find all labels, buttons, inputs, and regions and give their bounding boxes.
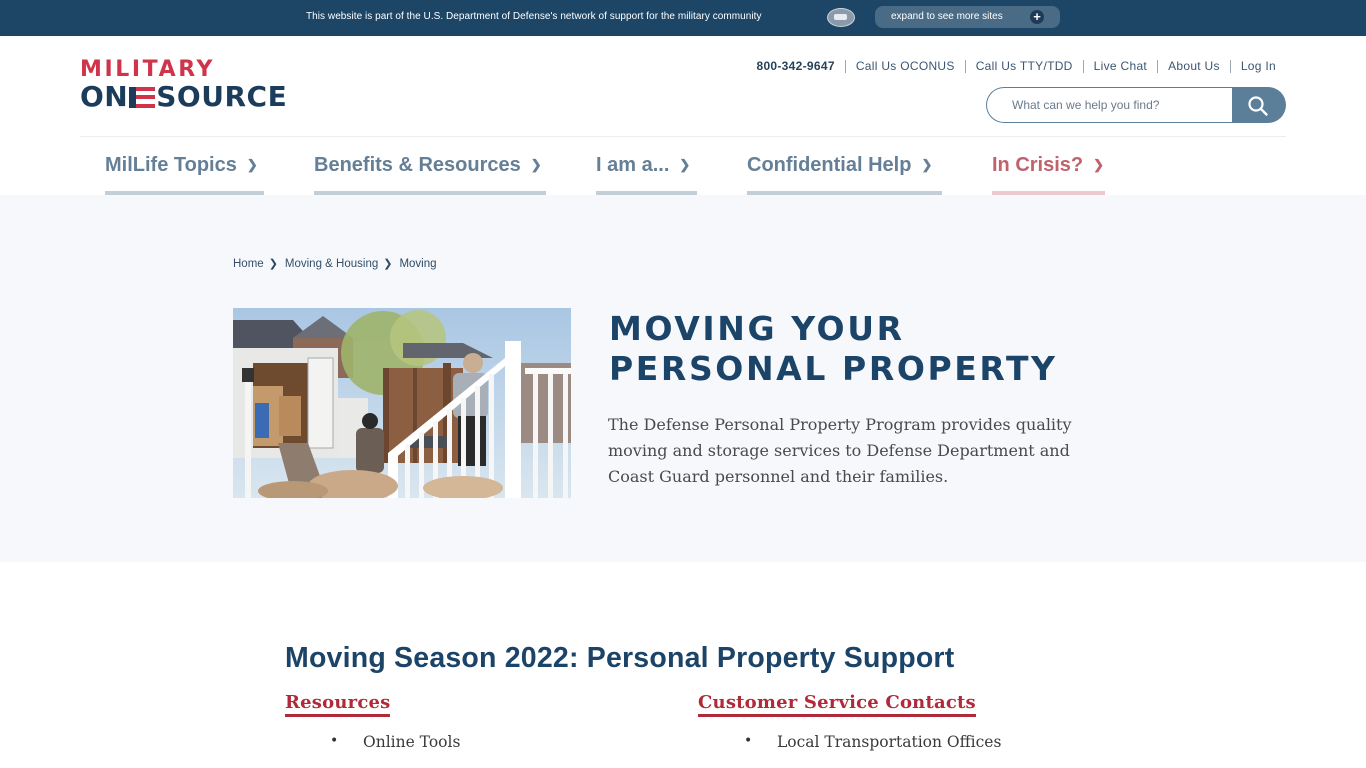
military-onesource-logo[interactable]: MILITARY ON SOURCE <box>80 59 287 111</box>
page-description: The Defense Personal Property Program pr… <box>608 415 1072 486</box>
page-title: MOVING YOUR PERSONAL PROPERTY <box>609 309 1058 389</box>
nav-label: Benefits & Resources <box>314 154 521 176</box>
hero-image <box>233 308 571 498</box>
chevron-down-icon: ❯ <box>1093 157 1105 172</box>
breadcrumb: Home ❯ Moving & Housing ❯ Moving <box>233 257 437 271</box>
logo-text-on: ON <box>80 80 129 113</box>
chevron-right-icon: ❯ <box>383 258 393 270</box>
divider <box>1082 59 1084 73</box>
breadcrumb-home[interactable]: Home <box>233 258 264 270</box>
breadcrumb-moving-housing[interactable]: Moving & Housing <box>285 258 378 270</box>
customer-service-list: Local Transportation Offices <box>744 733 1001 751</box>
nav-label: Confidential Help <box>747 154 912 176</box>
section-title: Moving Season 2022: Personal Property Su… <box>285 642 955 674</box>
logo-text-source: SOURCE <box>156 80 288 113</box>
divider <box>1229 59 1231 73</box>
about-us-link[interactable]: About Us <box>1168 59 1220 73</box>
nav-benefits-resources[interactable]: Benefits & Resources ❯ <box>314 154 546 196</box>
plus-icon: + <box>1030 10 1044 24</box>
search-input[interactable] <box>986 87 1236 123</box>
nav-label: In Crisis? <box>992 154 1084 176</box>
log-in-link[interactable]: Log In <box>1241 59 1276 73</box>
site-search <box>986 87 1286 123</box>
nav-i-am-a[interactable]: I am a... ❯ <box>596 154 697 196</box>
expand-sites-button[interactable]: expand to see more sites + <box>875 6 1060 28</box>
page-title-line1: MOVING YOUR <box>609 309 905 348</box>
logo-line-onesource: ON SOURCE <box>80 83 287 111</box>
banner-message: This website is part of the U.S. Departm… <box>306 11 762 22</box>
search-button[interactable] <box>1232 87 1286 123</box>
nav-millife-topics[interactable]: MilLife Topics ❯ <box>105 154 264 196</box>
hero-section: Home ❯ Moving & Housing ❯ Moving MOVING … <box>0 195 1366 562</box>
chevron-down-icon: ❯ <box>921 157 933 172</box>
chevron-down-icon: ❯ <box>246 157 258 172</box>
breadcrumb-current: Moving <box>399 257 437 270</box>
nav-label: MilLife Topics <box>105 154 237 176</box>
pentagon-seal-icon <box>827 8 855 27</box>
expand-sites-label: expand to see more sites <box>891 11 1003 22</box>
resources-heading: Resources <box>285 692 391 717</box>
dod-network-banner: This website is part of the U.S. Departm… <box>0 0 1366 36</box>
chevron-down-icon: ❯ <box>530 157 542 172</box>
utility-links: 800-342-9647 Call Us OCONUS Call Us TTY/… <box>756 59 1276 73</box>
chevron-right-icon: ❯ <box>268 258 278 270</box>
call-tty-link[interactable]: Call Us TTY/TDD <box>976 59 1073 73</box>
resources-list: Online Tools <box>330 733 460 751</box>
search-icon <box>1248 96 1268 116</box>
logo-line-military: MILITARY <box>80 57 216 82</box>
divider <box>1157 59 1159 73</box>
phone-link[interactable]: 800-342-9647 <box>756 59 834 73</box>
call-oconus-link[interactable]: Call Us OCONUS <box>856 59 955 73</box>
nav-label: I am a... <box>596 154 670 176</box>
page-title-line2: PERSONAL PROPERTY <box>609 349 1058 388</box>
contact-link-local-transportation-offices[interactable]: Local Transportation Offices <box>777 733 1001 751</box>
moving-scene-illustration <box>233 308 571 498</box>
live-chat-link[interactable]: Live Chat <box>1094 59 1147 73</box>
list-item[interactable]: Online Tools <box>330 733 460 751</box>
flag-e-icon <box>129 86 156 108</box>
main-navigation: MilLife Topics ❯ Benefits & Resources ❯ I … <box>0 137 1366 196</box>
divider <box>844 59 846 73</box>
nav-in-crisis[interactable]: In Crisis? ❯ <box>992 154 1105 196</box>
nav-confidential-help[interactable]: Confidential Help ❯ <box>747 154 942 196</box>
resource-link-online-tools[interactable]: Online Tools <box>363 733 460 751</box>
customer-service-heading: Customer Service Contacts <box>698 692 976 717</box>
divider <box>964 59 966 73</box>
list-item[interactable]: Local Transportation Offices <box>744 733 1001 751</box>
chevron-down-icon: ❯ <box>679 157 691 172</box>
